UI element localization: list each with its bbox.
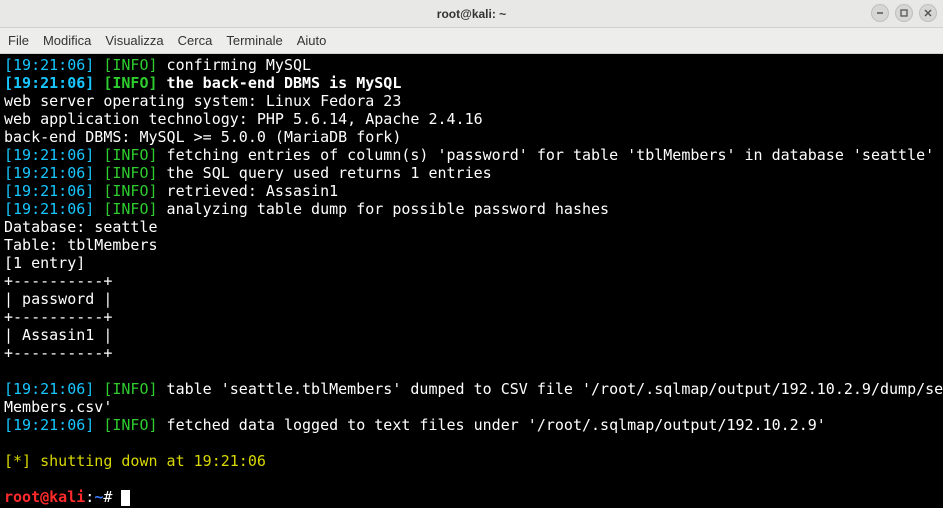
window-title: root@kali: ~	[437, 7, 506, 21]
titlebar: root@kali: ~	[0, 0, 943, 28]
window-controls	[871, 4, 937, 22]
menu-file[interactable]: File	[8, 33, 29, 48]
menu-modifica[interactable]: Modifica	[43, 33, 91, 48]
maximize-button[interactable]	[895, 4, 913, 22]
minimize-button[interactable]	[871, 4, 889, 22]
terminal-output[interactable]: [19:21:06] [INFO] confirming MySQL [19:2…	[0, 54, 943, 508]
minimize-icon	[875, 8, 885, 18]
menu-visualizza[interactable]: Visualizza	[105, 33, 163, 48]
menu-terminale[interactable]: Terminale	[226, 33, 282, 48]
close-icon	[923, 8, 933, 18]
menubar: File Modifica Visualizza Cerca Terminale…	[0, 28, 943, 54]
menu-cerca[interactable]: Cerca	[178, 33, 213, 48]
close-button[interactable]	[919, 4, 937, 22]
cursor	[121, 490, 130, 506]
menu-aiuto[interactable]: Aiuto	[297, 33, 327, 48]
maximize-icon	[899, 8, 909, 18]
